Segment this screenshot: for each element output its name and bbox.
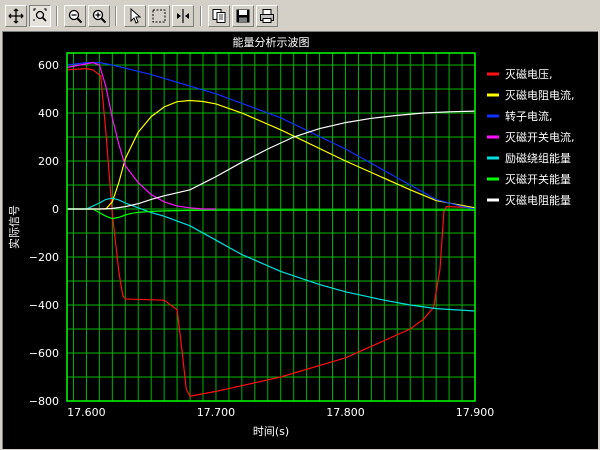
zoom-area-icon [33, 8, 47, 22]
select-box-icon [152, 9, 166, 23]
x-axis-label: 时间(s) [253, 425, 289, 438]
y-axis-label: 实际信号 [7, 205, 21, 249]
energy-chart: 能量分析示波图 600 400 200 0 −200 −400 −600 −800 17.600 1… [7, 35, 575, 438]
y-tick-label: −400 [29, 299, 59, 312]
print-icon [260, 9, 274, 23]
toolbar [0, 0, 600, 30]
y-tick-label: −200 [29, 251, 59, 264]
x-tick-label: 17.900 [456, 406, 495, 419]
select-cursor-icon [130, 8, 142, 24]
select-cursor-button[interactable] [124, 5, 146, 27]
copy-button[interactable] [208, 5, 230, 27]
move-icon [8, 8, 24, 24]
legend-entry: 灭磁电阻电流, [505, 88, 575, 102]
legend-entry: 转子电流, [505, 109, 553, 123]
chart-title: 能量分析示波图 [233, 35, 310, 49]
legend-entry: 灭磁开关电流, [505, 130, 575, 144]
chart-area: 能量分析示波图 600 400 200 0 −200 −400 −600 −800 17.600 1… [2, 31, 598, 449]
y-tick-label: 400 [38, 107, 59, 120]
toolbar-separator [56, 6, 58, 26]
legend-entry: 灭磁电压, [505, 68, 553, 81]
split-cursor-icon [177, 9, 189, 23]
copy-icon [212, 9, 226, 23]
plot-background [67, 53, 475, 401]
zoom-in-button[interactable] [88, 5, 110, 27]
move-button[interactable] [5, 5, 27, 27]
zoom-in-icon [92, 9, 107, 24]
zoom-area-button[interactable] [29, 5, 51, 27]
save-button[interactable] [232, 5, 254, 27]
x-tick-label: 17.600 [67, 406, 106, 419]
zoom-out-button[interactable] [64, 5, 86, 27]
save-icon [236, 9, 250, 23]
toolbar-separator [115, 6, 117, 26]
toolbar-separator [200, 6, 202, 26]
legend-entry: 励磁绕组能量 [505, 151, 571, 165]
print-button[interactable] [256, 5, 278, 27]
legend-entry: 灭磁电阻能量 [505, 193, 571, 207]
y-tick-label: 200 [38, 155, 59, 168]
legend-entry: 灭磁开关能量 [505, 172, 571, 186]
split-cursor-button[interactable] [172, 5, 194, 27]
x-tick-label: 17.800 [326, 406, 365, 419]
y-tick-label: −800 [29, 395, 59, 408]
zoom-out-icon [68, 9, 83, 24]
x-tick-label: 17.700 [197, 406, 236, 419]
y-tick-label: 600 [38, 59, 59, 72]
y-tick-label: −600 [29, 347, 59, 360]
y-tick-label: 0 [52, 203, 59, 216]
select-box-button[interactable] [148, 5, 170, 27]
